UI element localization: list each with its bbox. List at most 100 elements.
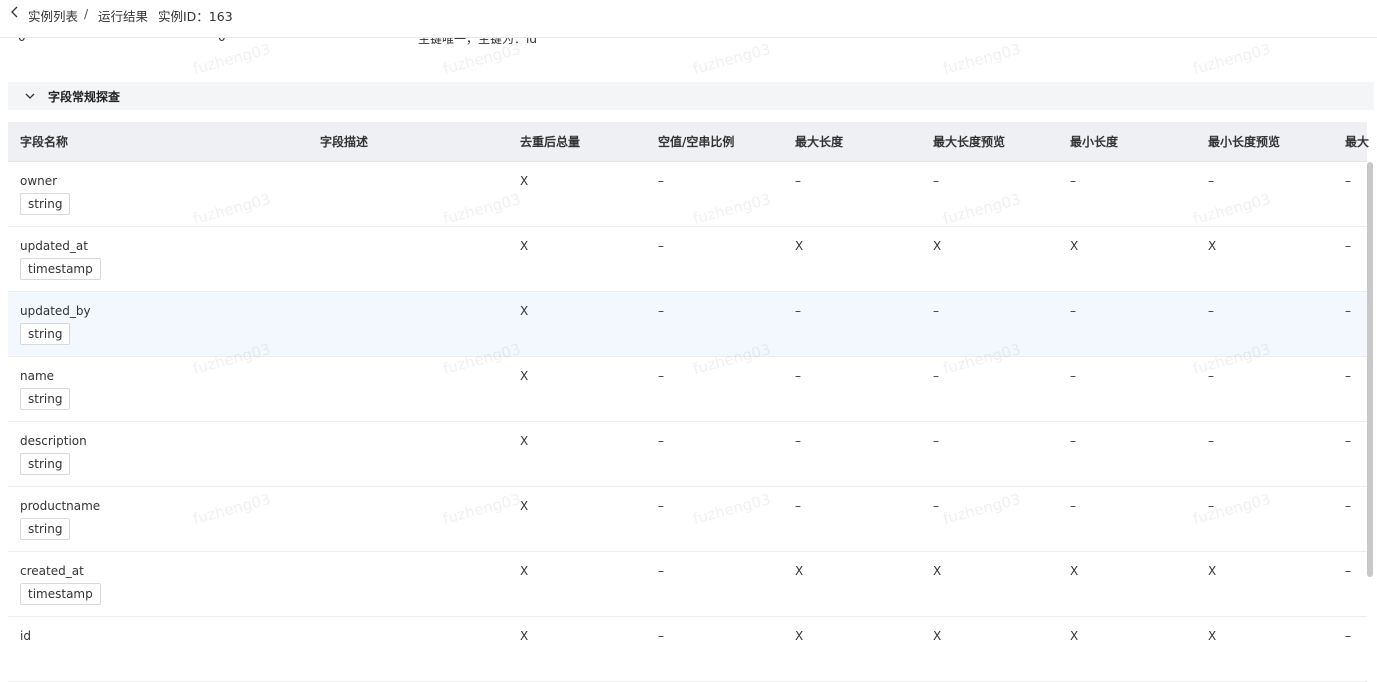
cell-max-length: X [795, 564, 804, 578]
field-type-tag: string [20, 193, 71, 215]
field-type-tag: string [20, 323, 71, 345]
table-row[interactable]: name string X – – – – – – [8, 357, 1367, 422]
field-type-tag: string [20, 388, 71, 410]
field-profile-table: 字段名称 字段描述 去重后总量 空值/空串比例 最大长度 最大长度预览 最小长度… [8, 122, 1370, 682]
breadcrumb-bar: 实例列表 / 运行结果 实例ID：163 [0, 0, 1377, 38]
cell-min-length-preview: – [1208, 304, 1214, 318]
cell-null-ratio: – [658, 499, 664, 513]
cell-max: – [1345, 564, 1351, 578]
cell-min-length: – [1070, 369, 1076, 383]
chevron-down-icon[interactable] [24, 90, 36, 102]
cell-distinct-count: X [520, 499, 529, 513]
cell-min-length-preview: – [1208, 499, 1214, 513]
cell-distinct-count: X [520, 629, 529, 643]
breadcrumb-instance-list[interactable]: 实例列表 [28, 6, 78, 25]
table-row[interactable]: description string X – – – – – – [8, 422, 1367, 487]
cell-null-ratio: – [658, 434, 664, 448]
cell-max-length: X [795, 629, 804, 643]
table-row[interactable]: id X – X X X X – [8, 617, 1367, 682]
cell-max-length: – [795, 434, 801, 448]
cell-max-length-preview: – [933, 499, 939, 513]
field-name: owner [20, 174, 58, 188]
cell-null-ratio: – [658, 239, 664, 253]
field-type-tag: timestamp [20, 583, 101, 605]
cell-max-length-preview: X [933, 629, 942, 643]
field-name: description [20, 434, 87, 448]
column-header: 空值/空串比例 [658, 135, 735, 149]
field-type-tag: string [20, 518, 71, 540]
column-header: 字段描述 [320, 135, 369, 149]
field-type-tag: string [20, 453, 71, 475]
breadcrumb-run-result: 运行结果 [98, 9, 149, 24]
cell-max-length: – [795, 499, 801, 513]
cell-max: – [1345, 304, 1351, 318]
cell-min-length-preview: – [1208, 174, 1214, 188]
table-row[interactable]: productname string X – – – – – – [8, 487, 1367, 552]
cell-distinct-count: X [520, 564, 529, 578]
instance-id: 实例ID：163 [158, 9, 233, 24]
column-header: 最大长度 [795, 135, 844, 149]
column-header: 最大长度预览 [933, 135, 1006, 149]
field-name: id [20, 629, 31, 643]
table-header: 字段名称 字段描述 去重后总量 空值/空串比例 最大长度 最大长度预览 最小长度… [8, 122, 1370, 162]
cell-max-length-preview: – [933, 434, 939, 448]
cell-null-ratio: – [658, 174, 664, 188]
cell-max-length: – [795, 174, 801, 188]
cell-null-ratio: – [658, 629, 664, 643]
cell-distinct-count: X [520, 369, 529, 383]
section-title: 字段常规探查 [48, 90, 121, 104]
cell-max-length-preview: X [933, 239, 942, 253]
cell-min-length: X [1070, 564, 1079, 578]
cell-distinct-count: X [520, 174, 529, 188]
cell-min-length: X [1070, 239, 1079, 253]
section-header[interactable]: 字段常规探查 [8, 82, 1374, 110]
cell-max-length-preview: – [933, 304, 939, 318]
cell-distinct-count: X [520, 434, 529, 448]
cell-max: – [1345, 629, 1351, 643]
cell-max: – [1345, 499, 1351, 513]
cell-null-ratio: – [658, 369, 664, 383]
cell-min-length: – [1070, 174, 1076, 188]
column-header: 最小长度预览 [1208, 135, 1281, 149]
cell-max: – [1345, 369, 1351, 383]
field-type-tag: timestamp [20, 258, 101, 280]
cell-min-length-preview: X [1208, 629, 1217, 643]
table-row[interactable]: updated_at timestamp X – X X X X – [8, 227, 1367, 292]
table-row[interactable]: updated_by string X – – – – – – [8, 292, 1367, 357]
cell-null-ratio: – [658, 564, 664, 578]
cell-max-length: X [795, 239, 804, 253]
chevron-left-icon[interactable] [8, 4, 22, 20]
cell-min-length-preview: – [1208, 369, 1214, 383]
column-header: 最小长度 [1070, 135, 1119, 149]
cell-max-length: – [795, 369, 801, 383]
cell-max-length-preview: – [933, 369, 939, 383]
column-header: 字段名称 [20, 135, 69, 149]
cell-distinct-count: X [520, 304, 529, 318]
field-name: updated_at [20, 239, 88, 253]
cell-max: – [1345, 239, 1351, 253]
table-row[interactable]: owner string X – – – – – – [8, 162, 1367, 227]
cell-min-length-preview: X [1208, 239, 1217, 253]
cell-max-length-preview: – [933, 174, 939, 188]
cell-min-length: X [1070, 629, 1079, 643]
column-header: 最大 [1345, 135, 1370, 149]
cell-min-length-preview: – [1208, 434, 1214, 448]
cell-null-ratio: – [658, 304, 664, 318]
cell-max: – [1345, 434, 1351, 448]
cell-min-length-preview: X [1208, 564, 1217, 578]
cell-max: – [1345, 174, 1351, 188]
cell-max-length-preview: X [933, 564, 942, 578]
field-name: productname [20, 499, 101, 513]
cell-min-length: – [1070, 434, 1076, 448]
cell-max-length: – [795, 304, 801, 318]
breadcrumb-separator: / [84, 6, 89, 21]
field-name: created_at [20, 564, 84, 578]
cell-distinct-count: X [520, 239, 529, 253]
vertical-scrollbar[interactable] [1367, 162, 1373, 577]
column-header: 去重后总量 [520, 135, 581, 149]
field-name: updated_by [20, 304, 91, 318]
cell-min-length: – [1070, 499, 1076, 513]
field-name: name [20, 369, 55, 383]
table-row[interactable]: created_at timestamp X – X X X X – [8, 552, 1367, 617]
cell-min-length: – [1070, 304, 1076, 318]
